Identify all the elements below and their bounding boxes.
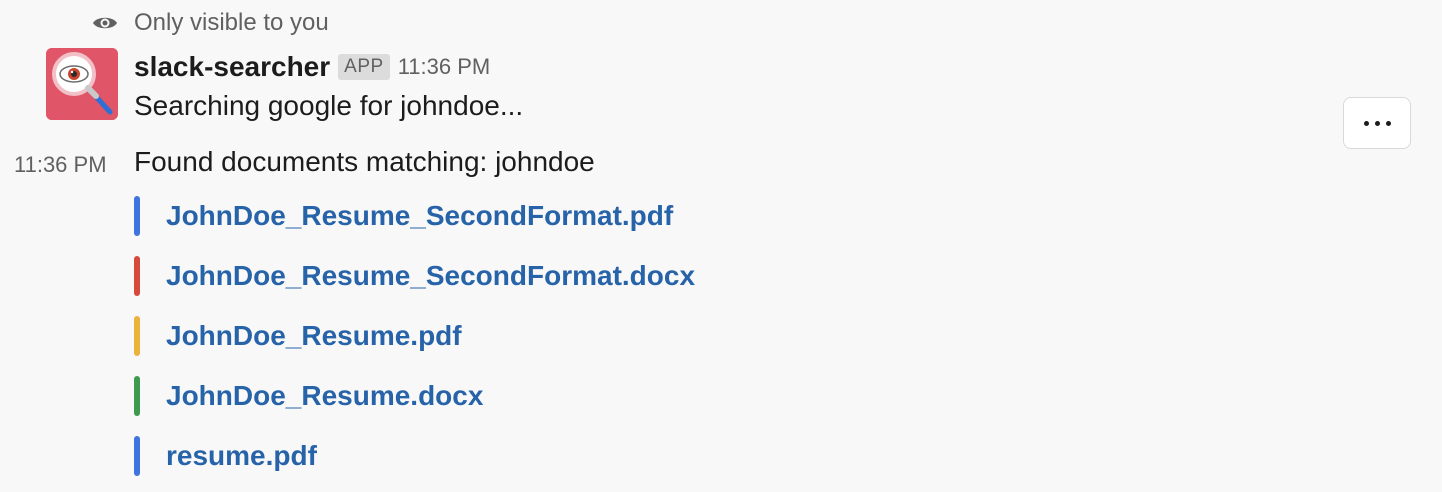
attachment-link[interactable]: JohnDoe_Resume_SecondFormat.pdf — [166, 200, 673, 232]
attachment-item: JohnDoe_Resume_SecondFormat.docx — [134, 256, 695, 296]
attachment-link[interactable]: resume.pdf — [166, 440, 317, 472]
more-horizontal-icon — [1363, 120, 1369, 126]
followup-message-text: Found documents matching: johndoe — [134, 146, 595, 177]
attachment-link[interactable]: JohnDoe_Resume_SecondFormat.docx — [166, 260, 695, 292]
visibility-notice: Only visible to you — [92, 6, 329, 40]
message-pane: Only visible to you slack-searcher APP 1… — [0, 0, 1442, 492]
sender-name[interactable]: slack-searcher — [134, 51, 330, 83]
attachment-color-bar — [134, 316, 140, 356]
attachment-color-bar — [134, 196, 140, 236]
message-header: slack-searcher APP 11:36 PM — [134, 46, 490, 88]
followup-timestamp[interactable]: 11:36 PM — [14, 152, 107, 178]
attachment-item: JohnDoe_Resume_SecondFormat.pdf — [134, 196, 695, 236]
visibility-text: Only visible to you — [134, 9, 329, 36]
message-text: Searching google for johndoe... — [134, 90, 524, 121]
attachment-item: JohnDoe_Resume.docx — [134, 376, 695, 416]
attachment-item: resume.pdf — [134, 436, 695, 476]
app-badge: APP — [338, 54, 390, 80]
magnifier-eye-icon — [46, 48, 118, 120]
eye-icon — [92, 14, 118, 32]
message-timestamp[interactable]: 11:36 PM — [398, 54, 491, 80]
more-actions-button[interactable] — [1343, 97, 1411, 149]
attachment-color-bar — [134, 256, 140, 296]
attachment-list: JohnDoe_Resume_SecondFormat.pdf JohnDoe_… — [134, 196, 695, 492]
attachment-link[interactable]: JohnDoe_Resume.docx — [166, 380, 483, 412]
attachment-link[interactable]: JohnDoe_Resume.pdf — [166, 320, 462, 352]
attachment-color-bar — [134, 436, 140, 476]
attachment-color-bar — [134, 376, 140, 416]
avatar[interactable] — [46, 48, 118, 120]
attachment-item: JohnDoe_Resume.pdf — [134, 316, 695, 356]
